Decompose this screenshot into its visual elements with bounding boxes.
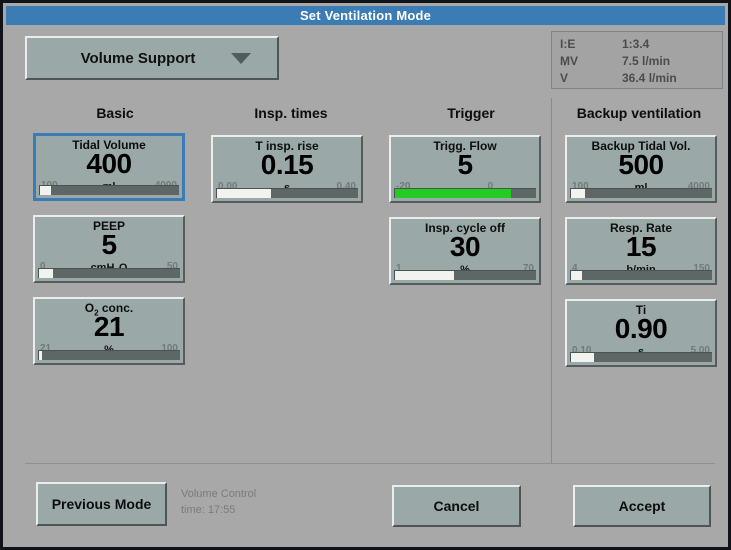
param-box-o2-conc[interactable]: O2 conc. 21 21 % 100 (33, 297, 185, 365)
column-header-trigger: Trigger (447, 105, 495, 121)
info-key-ie: I:E (560, 37, 576, 51)
param-slider-backup-tidal-vol[interactable] (570, 188, 712, 198)
param-slider-fill-insp-cycle-off (395, 271, 455, 280)
param-value-t-insp-rise: 0.15 (260, 149, 314, 180)
param-slider-fill-resp-rate (571, 271, 583, 280)
param-box-peep[interactable]: PEEP 5 0 cmH2O 50 (33, 215, 185, 283)
ventilation-mode-dropdown[interactable]: Volume Support (25, 36, 279, 80)
param-slider-fill-trigg-flow (395, 189, 511, 198)
column-header-insp-times: Insp. times (254, 105, 328, 121)
param-value-resp-rate: 15 (625, 231, 657, 262)
info-value-mv: 7.5 l/min (622, 54, 671, 68)
chevron-down-icon (231, 52, 251, 64)
cancel-label: Cancel (433, 498, 480, 514)
info-value-flow: 36.4 l/min (622, 71, 677, 85)
param-value-trigg-flow: 5 (457, 149, 473, 180)
accept-label: Accept (618, 498, 666, 514)
window-title-bar: Set Ventilation Mode (6, 6, 725, 25)
info-value-ie: 1:3.4 (622, 37, 650, 51)
measured-values-panel: I:E 1:3.4 MV 7.5 l/min ˙ V 36.4 l/min (551, 31, 723, 89)
param-value-insp-cycle-off: 30 (449, 231, 481, 262)
param-box-ti[interactable]: Ti 0.90 0.10 s 5.00 (565, 299, 717, 367)
param-slider-fill-t-insp-rise (217, 189, 271, 198)
status-mode: Volume Control (181, 488, 257, 500)
param-slider-trigg-flow[interactable] (394, 188, 536, 198)
info-row-ie: I:E 1:3.4 (560, 36, 714, 53)
info-row-mv: MV 7.5 l/min (560, 53, 714, 70)
status-info: Volume Control time: 17:55 (181, 486, 256, 518)
param-box-tidal-volume[interactable]: Tidal Volume 400 100 ml 4000 (33, 133, 185, 201)
column-header-backup-ventilation: Backup ventilation (576, 105, 702, 121)
param-slider-o2-conc[interactable] (38, 350, 180, 360)
param-slider-fill-o2-conc (39, 351, 42, 360)
param-slider-resp-rate[interactable] (570, 270, 712, 280)
param-value-ti: 0.90 (614, 313, 668, 344)
previous-mode-label: Previous Mode (51, 496, 152, 512)
param-slider-peep[interactable] (38, 268, 180, 278)
param-value-peep: 5 (101, 229, 117, 260)
footer-divider (25, 463, 715, 464)
param-slider-fill-peep (39, 269, 54, 278)
param-value-o2-conc: 21 (93, 311, 125, 342)
accept-button[interactable]: Accept (573, 485, 711, 527)
param-slider-tidal-volume[interactable] (39, 185, 179, 195)
param-box-backup-tidal-vol[interactable]: Backup Tidal Vol. 500 100 ml 4000 (565, 135, 717, 203)
info-row-flow: ˙ V 36.4 l/min (560, 64, 714, 87)
param-slider-fill-ti (571, 353, 594, 362)
ventilation-mode-label: Volume Support (80, 49, 196, 67)
param-slider-t-insp-rise[interactable] (216, 188, 358, 198)
status-time: time: 17:55 (181, 504, 236, 516)
param-slider-fill-tidal-volume (40, 186, 52, 195)
param-value-tidal-volume: 400 (86, 148, 132, 179)
cancel-button[interactable]: Cancel (392, 485, 521, 527)
param-box-trigg-flow[interactable]: Trigg. Flow 5 -20 0 (389, 135, 541, 203)
info-key-flow: ˙ V (560, 64, 569, 86)
dot-accent-icon: ˙ (563, 64, 567, 75)
previous-mode-button[interactable]: Previous Mode (36, 482, 167, 526)
param-slider-ti[interactable] (570, 352, 712, 362)
param-box-resp-rate[interactable]: Resp. Rate 15 4 b/min 150 (565, 217, 717, 285)
ventilator-settings-window: Set Ventilation Mode Volume Support I:E … (0, 0, 731, 550)
info-key-mv: MV (560, 54, 578, 68)
column-header-basic: Basic (96, 105, 134, 121)
param-box-insp-cycle-off[interactable]: Insp. cycle off 30 1 % 70 (389, 217, 541, 285)
param-value-backup-tidal-vol: 500 (618, 149, 664, 180)
param-slider-fill-backup-tidal-vol (571, 189, 586, 198)
param-box-t-insp-rise[interactable]: T insp. rise 0.15 0.00 s 0.40 (211, 135, 363, 203)
param-slider-insp-cycle-off[interactable] (394, 270, 536, 280)
vertical-divider (551, 98, 552, 463)
page-title: Set Ventilation Mode (299, 8, 432, 23)
